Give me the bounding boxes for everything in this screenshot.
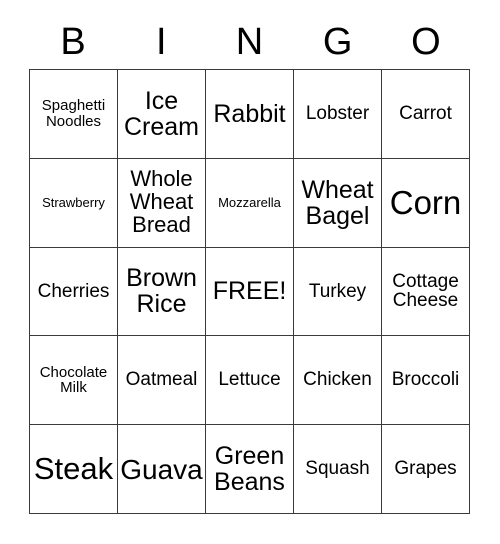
bingo-cell[interactable]: Brown Rice xyxy=(118,247,206,337)
bingo-cell[interactable]: Carrot xyxy=(382,70,470,159)
header-letter-text: O xyxy=(411,20,441,63)
bingo-cell[interactable]: Broccoli xyxy=(382,336,470,426)
bingo-card: B I N G O Spaghetti Noodles Ice Cream Ra… xyxy=(0,0,500,544)
bingo-cell-label: Chocolate Milk xyxy=(39,363,108,397)
bingo-cell[interactable]: Ice Cream xyxy=(118,70,206,159)
bingo-cell[interactable]: Grapes xyxy=(382,425,470,514)
bingo-cell-label: Ice Cream xyxy=(123,86,199,141)
bingo-grid: Spaghetti Noodles Ice Cream Rabbit Lobst… xyxy=(29,69,470,514)
bingo-cell-label: Carrot xyxy=(399,103,452,125)
bingo-header-letter-b: B xyxy=(29,14,117,69)
bingo-cell-label: Brown Rice xyxy=(126,264,197,319)
bingo-cell[interactable]: Turkey xyxy=(294,247,382,337)
bingo-cell-free[interactable]: FREE! xyxy=(206,247,294,337)
bingo-cell-label: Whole Wheat Bread xyxy=(129,166,194,238)
bingo-cell[interactable]: Whole Wheat Bread xyxy=(118,158,206,248)
header-letter-text: N xyxy=(235,20,264,63)
bingo-cell-label: Guava xyxy=(120,453,203,485)
bingo-cell-label: Oatmeal xyxy=(125,369,198,391)
bingo-header-letter-i: I xyxy=(117,14,205,69)
bingo-cell[interactable]: Wheat Bagel xyxy=(294,158,382,248)
bingo-cell[interactable]: Chocolate Milk xyxy=(30,336,118,426)
bingo-cell-label: Rabbit xyxy=(213,99,286,128)
bingo-cell-label: Lettuce xyxy=(218,369,281,391)
bingo-cell-label: Cherries xyxy=(37,280,110,302)
bingo-free-label: FREE! xyxy=(212,277,287,306)
bingo-header-letter-o: O xyxy=(382,14,470,69)
bingo-cell-label: Wheat Bagel xyxy=(301,175,374,230)
bingo-cell-label: Green Beans xyxy=(214,442,285,497)
bingo-cell-label: Corn xyxy=(389,183,462,221)
header-letter-text: B xyxy=(60,20,86,63)
bingo-cell-label: Strawberry xyxy=(42,194,105,210)
bingo-cell[interactable]: Cherries xyxy=(30,247,118,337)
bingo-cell-label: Spaghetti Noodles xyxy=(41,97,106,130)
bingo-cell-label: Squash xyxy=(305,458,370,480)
bingo-cell-label: Mozzarella xyxy=(218,194,281,210)
bingo-cell-label: Turkey xyxy=(308,280,367,302)
bingo-cell[interactable]: Spaghetti Noodles xyxy=(30,70,118,159)
bingo-cell[interactable]: Mozzarella xyxy=(206,158,294,248)
bingo-cell-label: Grapes xyxy=(394,458,457,480)
bingo-cell[interactable]: Green Beans xyxy=(206,425,294,514)
bingo-cell[interactable]: Lobster xyxy=(294,70,382,159)
bingo-cell-label: Steak xyxy=(33,450,114,486)
bingo-cell[interactable]: Strawberry xyxy=(30,158,118,248)
bingo-cell[interactable]: Lettuce xyxy=(206,336,294,426)
bingo-cell[interactable]: Steak xyxy=(30,425,118,514)
bingo-header-letter-g: G xyxy=(294,14,382,69)
bingo-cell[interactable]: Chicken xyxy=(294,336,382,426)
bingo-cell[interactable]: Oatmeal xyxy=(118,336,206,426)
bingo-header-letter-n: N xyxy=(205,14,293,69)
header-letter-text: G xyxy=(322,20,353,63)
bingo-cell-label: Broccoli xyxy=(391,369,460,391)
bingo-cell-label: Chicken xyxy=(303,369,372,391)
bingo-cell[interactable]: Squash xyxy=(294,425,382,514)
bingo-header-row: B I N G O xyxy=(29,14,470,69)
bingo-cell-label: Cottage Cheese xyxy=(392,270,459,312)
bingo-cell[interactable]: Corn xyxy=(382,158,470,248)
bingo-cell[interactable]: Rabbit xyxy=(206,70,294,159)
bingo-cell-label: Lobster xyxy=(305,103,370,125)
bingo-cell[interactable]: Guava xyxy=(118,425,206,514)
header-letter-text: I xyxy=(156,20,167,63)
bingo-cell[interactable]: Cottage Cheese xyxy=(382,247,470,337)
